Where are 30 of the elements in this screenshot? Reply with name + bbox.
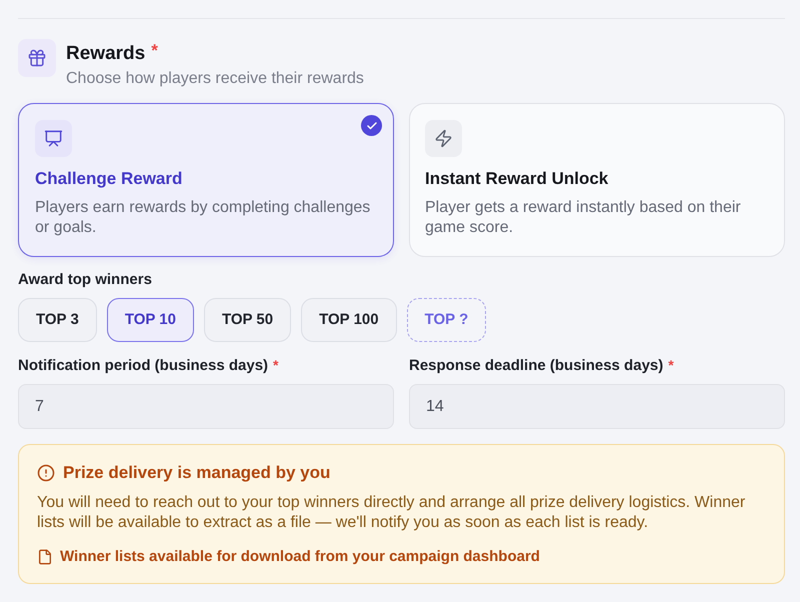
required-mark: * <box>151 41 158 61</box>
reward-option-description: Player gets a reward instantly based on their game score. <box>425 198 742 238</box>
reward-option-title: Instant Reward Unlock <box>425 168 610 190</box>
notice-body: You will need to reach out to your top winners directly and arrange all prize delivery logistics. Winner lists will be available to extract as a file — we'll notify you as soon as each list is ready. <box>37 493 746 533</box>
download-note: Winner lists available for download from your campaign dashboard <box>60 547 540 567</box>
section-title: Rewards <box>66 42 146 66</box>
reward-option-card[interactable]: Challenge Reward Players earn rewards by completing challenges or goals. <box>18 103 394 257</box>
top-winners-option[interactable]: TOP 50 <box>204 298 292 342</box>
file-icon <box>37 549 53 565</box>
top-winners-option[interactable]: TOP 100 <box>301 298 397 342</box>
top-winners-option[interactable]: TOP 3 <box>18 298 97 342</box>
lightning-icon <box>425 120 462 157</box>
input-field[interactable]: 14 <box>409 384 785 429</box>
reward-option-title: Challenge Reward <box>35 168 184 190</box>
required-mark: * <box>668 357 674 373</box>
field-label: Response deadline (business days) <box>409 357 664 375</box>
reward-option-card[interactable]: Instant Reward Unlock Player gets a reward instantly based on their game score. <box>409 103 785 257</box>
top-winners-option[interactable]: TOP 10 <box>106 298 194 342</box>
presentation-board-icon <box>35 120 72 157</box>
award-top-winners-label: Award top winners <box>18 271 152 289</box>
reward-option-description: Players earn rewards by completing challenges or goals. <box>35 198 372 238</box>
notice-title: Prize delivery is managed by you <box>63 462 330 484</box>
section-subtitle: Choose how players receive their rewards <box>66 69 364 89</box>
check-icon <box>361 115 382 136</box>
field-label: Notification period (business days) <box>18 357 268 375</box>
gift-icon <box>18 39 56 77</box>
alert-icon <box>37 464 55 482</box>
input-field[interactable]: 7 <box>18 384 394 429</box>
top-winners-option[interactable]: TOP ? <box>406 298 486 342</box>
required-mark: * <box>273 357 278 373</box>
